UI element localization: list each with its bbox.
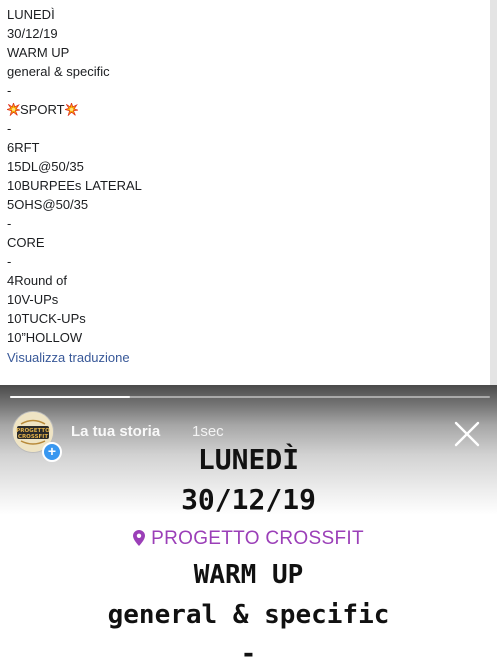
see-translation-link[interactable]: Visualizza traduzione (7, 348, 142, 367)
post-line: - (7, 83, 12, 98)
close-button[interactable] (452, 419, 482, 449)
story-viewer: LUNEDÌ 30/12/19 PROGETTO CROSSFIT WARM U… (0, 385, 497, 668)
location-label: PROGETTO CROSSFIT (151, 528, 364, 549)
story-user-label[interactable]: La tua storia (71, 423, 160, 440)
location-pin-icon (133, 530, 146, 546)
post-text: LUNEDÌ 30/12/19 WARM UP general & specif… (7, 5, 142, 367)
post-line: 5OHS@50/35 (7, 197, 89, 212)
post-line: - (7, 254, 12, 269)
collision-emoji-icon (7, 103, 20, 116)
scroll-edge (490, 0, 497, 385)
story-timestamp: 1sec (192, 423, 224, 440)
story-progress-fill (10, 396, 130, 398)
story-day: LUNEDÌ (197, 443, 300, 476)
post-line: - (7, 216, 12, 231)
add-story-badge[interactable]: + (42, 442, 62, 462)
post-line: - (7, 121, 12, 136)
post-line: 10”HOLLOW (7, 330, 83, 345)
story-dash: - (240, 639, 257, 668)
post-line: 6RFT (7, 140, 40, 155)
story-progress-bar (10, 396, 490, 398)
post-line: WARM UP (7, 45, 70, 60)
story-warmup: WARM UP (193, 560, 304, 590)
collision-emoji-icon (64, 103, 78, 116)
post-line: 10TUCK-UPs (7, 311, 86, 326)
post-line: 4Round of (7, 273, 67, 288)
story-date: 30/12/19 (181, 483, 316, 516)
location-sticker[interactable]: PROGETTO CROSSFIT (0, 528, 497, 550)
post-card: LUNEDÌ 30/12/19 WARM UP general & specif… (0, 0, 490, 385)
post-line: 10BURPEEs LATERAL (7, 178, 142, 193)
story-general: general & specific (107, 600, 390, 630)
post-line: 10V-UPs (7, 292, 59, 307)
sport-label: SPORT (20, 102, 65, 117)
post-line: LUNEDÌ (7, 7, 55, 22)
post-line: 30/12/19 (7, 26, 58, 41)
post-line: CORE (7, 235, 45, 250)
post-line: 15DL@50/35 (7, 159, 84, 174)
logo-text-bottom: CROSSFIT (18, 434, 48, 440)
post-line-sport: SPORT (7, 100, 142, 119)
post-line: general & specific (7, 64, 110, 79)
close-icon (454, 421, 480, 447)
